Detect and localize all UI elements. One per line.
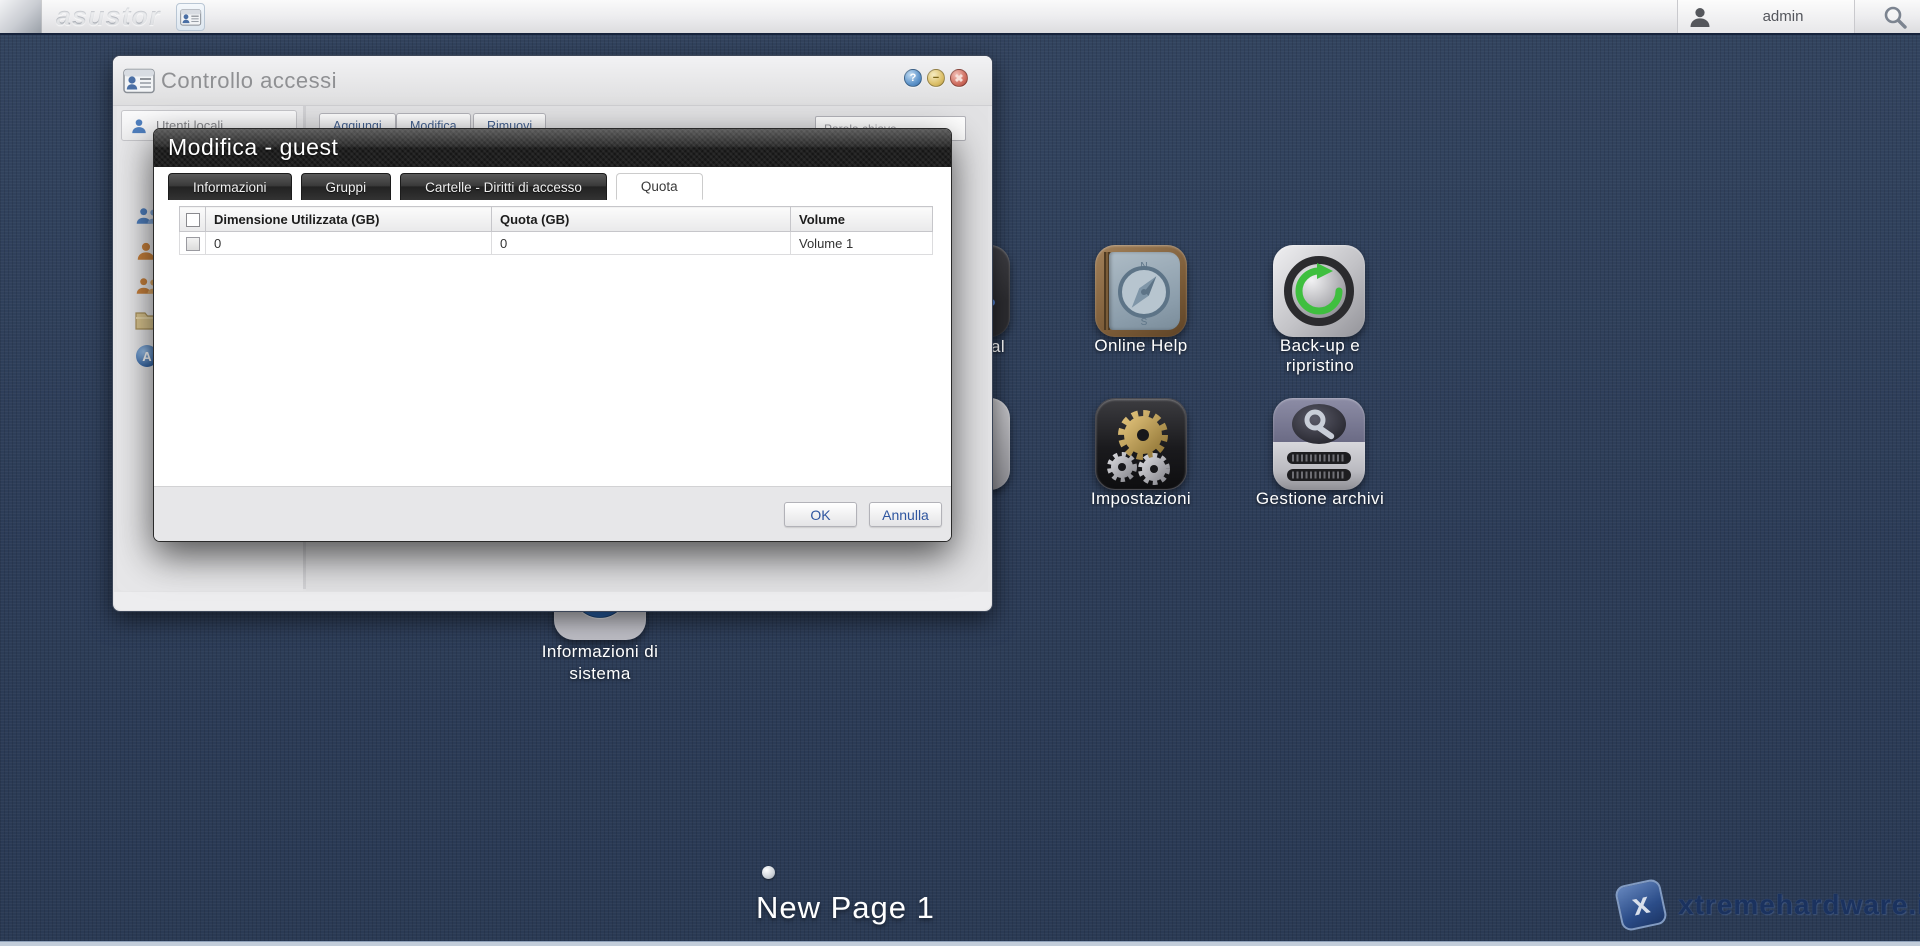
watermark-text: xtremehardware.it [1678,889,1920,920]
compass-icon: N S [1118,261,1170,327]
window-minimize-button[interactable]: − [927,69,945,87]
select-all-checkbox[interactable] [185,212,200,227]
desktop-icon-backup[interactable] [1273,245,1365,337]
desktop-icon-label: Back-up e [1279,336,1361,355]
backup-ring-icon [1284,256,1354,326]
cell-quota: 0 [491,231,791,255]
desktop-icon-label: Impostazioni [1090,489,1192,508]
desktop-icon-label: Online Help [1094,336,1188,355]
backup-icon[interactable] [1273,245,1365,337]
row-checkbox[interactable] [185,236,200,251]
desktop-icon-settings[interactable] [1095,398,1187,490]
desktop-icon-label: ripristino [1285,356,1355,375]
search-icon [1884,6,1907,29]
corner-block [0,0,42,33]
ok-button[interactable]: OK [784,502,857,527]
tab-informazioni[interactable]: Informazioni [168,173,292,200]
window-help-button[interactable]: ? [904,69,922,87]
user-icon [1690,7,1710,27]
desktop-icon-online-help[interactable]: N S [1095,245,1187,337]
desktop: al N S Online Help Back-up e ripristino … [0,0,1920,946]
contact-card-icon [123,68,155,94]
table-row[interactable]: 0 0 Volume 1 [179,231,933,255]
svg-text:A: A [142,349,152,364]
column-header-used-size[interactable]: Dimensione Utilizzata (GB) [205,206,492,232]
settings-icon[interactable] [1095,398,1187,490]
bottom-strip [0,941,1920,946]
modal-title: Modifica - guest [168,134,339,160]
svg-text:S: S [1141,317,1148,327]
watermark: x xtremehardware.it [1613,877,1920,933]
modal-edit-guest: Modifica - guest Informazioni Gruppi Car… [153,128,952,542]
desktop-icon-label: Gestione archivi [1255,489,1385,508]
modal-titlebar[interactable]: Modifica - guest [154,129,951,167]
modal-tabbar: Informazioni Gruppi Cartelle - Diritti d… [168,173,937,200]
window-close-button[interactable]: ✖ [950,69,968,87]
svg-text:N: N [1140,261,1147,272]
table-header-row: Dimensione Utilizzata (GB) Quota (GB) Vo… [179,206,933,232]
desktop-icon-label: Informazioni di [541,642,659,661]
modal-body: Informazioni Gruppi Cartelle - Diritti d… [154,167,951,486]
search-button[interactable] [1878,2,1912,32]
storage-manager-icon[interactable] [1273,398,1365,490]
column-header-volume[interactable]: Volume [790,206,933,232]
users-local-icon [132,118,146,133]
contact-card-icon [179,8,201,26]
user-menu[interactable]: admin [1677,0,1855,33]
topbar: asustor admin [0,0,1920,35]
gears-icon [1107,410,1170,485]
modal-footer: OK Annulla [154,486,951,541]
cell-volume: Volume 1 [790,231,933,255]
taskbar-app-button[interactable] [176,3,205,31]
username: admin [1762,8,1804,25]
cancel-button[interactable]: Annulla [869,502,942,527]
drive-icon [1287,404,1351,481]
column-header-quota[interactable]: Quota (GB) [491,206,791,232]
watermark-logo-icon: x [1613,877,1669,933]
online-help-icon[interactable]: N S [1095,245,1187,337]
tab-cartelle-diritti[interactable]: Cartelle - Diritti di accesso [400,173,607,200]
window-titlebar[interactable]: Controllo accessi ? − ✖ [113,56,992,106]
desktop-icon-storage[interactable] [1273,398,1365,490]
page-dot[interactable] [762,866,775,879]
cell-used-size: 0 [205,231,492,255]
tab-gruppi[interactable]: Gruppi [300,173,392,200]
asustor-logo: asustor [56,1,161,31]
tab-quota[interactable]: Quota [615,173,703,200]
page-label: New Page 1 [756,890,935,925]
window-title: Controllo accessi [161,68,338,93]
quota-table: Dimensione Utilizzata (GB) Quota (GB) Vo… [179,206,933,255]
desktop-icon-label: sistema [569,664,631,683]
window-footer [114,592,991,610]
